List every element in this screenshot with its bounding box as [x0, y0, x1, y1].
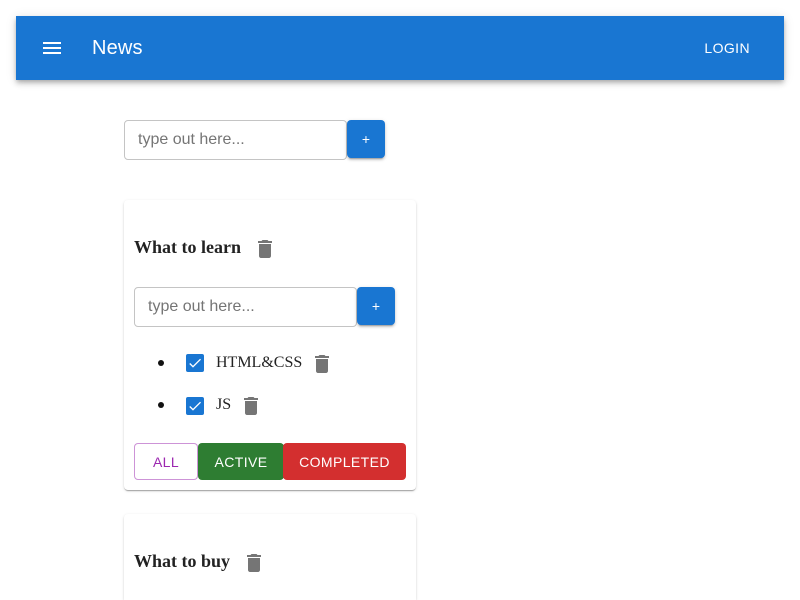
task-checkbox[interactable]	[186, 397, 204, 415]
trash-icon	[247, 554, 261, 572]
task-label: JS	[216, 396, 232, 413]
new-list-input[interactable]	[124, 120, 347, 160]
todolist-card: What to learn + HTML&CSS JS ALL ACTIVE C…	[124, 200, 416, 490]
app-bar: News LOGIN	[16, 16, 784, 80]
add-task-button[interactable]: +	[357, 287, 395, 325]
delete-list-button[interactable]	[242, 551, 266, 575]
list-title: What to buy	[134, 551, 231, 571]
list-bullet	[158, 360, 164, 366]
task-checkbox[interactable]	[186, 354, 204, 372]
trash-icon	[244, 397, 258, 415]
menu-button[interactable]	[34, 32, 70, 64]
check-icon	[189, 401, 201, 411]
new-task-input[interactable]	[134, 287, 357, 327]
trash-icon	[258, 240, 272, 258]
delete-task-button[interactable]	[239, 394, 263, 418]
todolist-card: What to buy	[124, 514, 416, 600]
filter-all-button[interactable]: ALL	[134, 443, 198, 480]
login-button[interactable]: LOGIN	[692, 32, 762, 64]
delete-list-button[interactable]	[253, 237, 277, 261]
filter-active-button[interactable]: ACTIVE	[198, 443, 284, 480]
task-label: HTML&CSS	[216, 354, 303, 371]
check-icon	[189, 358, 201, 368]
menu-icon	[43, 42, 61, 54]
filter-completed-button[interactable]: COMPLETED	[283, 443, 406, 480]
add-list-button[interactable]: +	[347, 120, 385, 158]
list-bullet	[158, 402, 164, 408]
delete-task-button[interactable]	[310, 352, 334, 376]
trash-icon	[315, 355, 329, 373]
app-title: News	[92, 37, 143, 59]
list-title: What to learn	[134, 237, 241, 257]
